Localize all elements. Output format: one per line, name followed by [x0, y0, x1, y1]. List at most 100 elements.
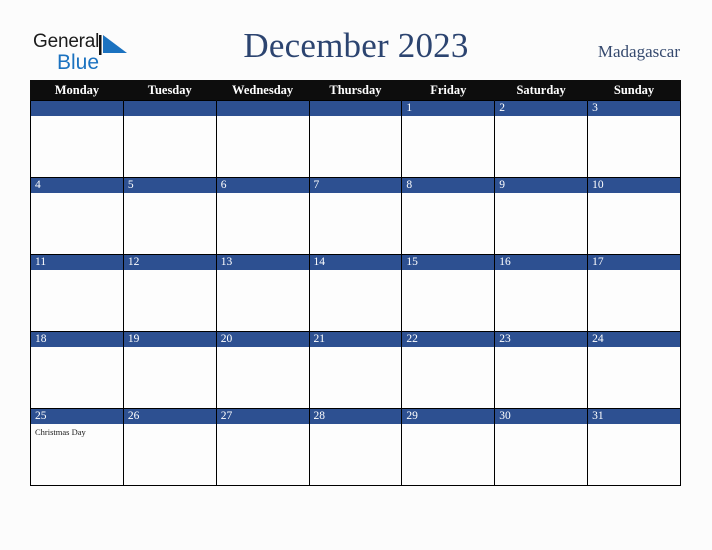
day-number: 31 [588, 409, 680, 424]
calendar-empty-cell [30, 100, 124, 178]
calendar-day-cell[interactable]: 29 [401, 408, 496, 486]
calendar-day-cell[interactable]: 22 [401, 331, 496, 409]
calendar-day-cell[interactable]: 7 [308, 177, 403, 255]
calendar-week-row: 123 [30, 100, 681, 178]
day-cell-inner: 7 [309, 178, 402, 254]
calendar-week-row: 4 5 6 7 8 9 10 [30, 177, 681, 255]
calendar-week-row: 18 19 20 21 22 23 24 [30, 331, 681, 409]
calendar-body: 1 2 3 4 5 6 7 8 9 10 11 12 13 14 15 16 17 18 19 20 21 22 23 24 2… [30, 100, 681, 486]
page-header: General Blue December 2023 Madagascar [0, 0, 712, 80]
day-number: 3 [588, 101, 680, 116]
weekday-header-monday: Monday [30, 80, 124, 101]
calendar-day-cell[interactable]: 14 [308, 254, 403, 332]
day-cell-inner: 21 [309, 332, 402, 408]
day-cell-inner: 12 [123, 255, 216, 331]
day-number: 12 [123, 255, 216, 270]
day-number: 4 [31, 178, 123, 193]
day-number: 7 [309, 178, 402, 193]
day-number: 21 [309, 332, 402, 347]
calendar-day-cell[interactable]: 4 [30, 177, 124, 255]
day-cell-inner: 25 Christmas Day [31, 409, 123, 485]
day-cell-inner: 14 [309, 255, 402, 331]
calendar-day-cell[interactable]: 23 [494, 331, 589, 409]
calendar-empty-cell [308, 100, 403, 178]
calendar-day-cell[interactable]: 26 [122, 408, 217, 486]
day-cell-inner: 11 [31, 255, 123, 331]
calendar-day-cell[interactable]: 12 [122, 254, 217, 332]
day-number: 26 [123, 409, 216, 424]
day-cell-inner: 23 [495, 332, 588, 408]
day-number: 5 [123, 178, 216, 193]
calendar-day-cell[interactable]: 24 [587, 331, 681, 409]
calendar-day-cell[interactable]: 27 [215, 408, 310, 486]
calendar-day-cell[interactable]: 6 [215, 177, 310, 255]
day-number: 25 [31, 409, 123, 424]
day-cell-inner: 15 [402, 255, 495, 331]
calendar-day-cell[interactable]: 1 [401, 100, 496, 178]
day-cell-inner: 20 [216, 332, 309, 408]
weekday-header-row: Monday Tuesday Wednesday Thursday Friday… [30, 80, 681, 101]
calendar-day-cell[interactable]: 31 [587, 408, 681, 486]
weekday-header-sunday: Sunday [587, 80, 681, 101]
day-number: 11 [31, 255, 123, 270]
calendar-day-cell[interactable]: 18 [30, 331, 124, 409]
day-number: 17 [588, 255, 680, 270]
day-number: 15 [402, 255, 495, 270]
day-number: 19 [123, 332, 216, 347]
day-number: 20 [216, 332, 309, 347]
weekday-header-wednesday: Wednesday [215, 80, 310, 101]
calendar-day-cell[interactable]: 17 [587, 254, 681, 332]
calendar-day-cell[interactable]: 20 [215, 331, 310, 409]
calendar-day-cell[interactable]: 25 Christmas Day [30, 408, 124, 486]
day-number: 10 [588, 178, 680, 193]
calendar-day-cell[interactable]: 15 [401, 254, 496, 332]
day-cell-inner [123, 101, 216, 177]
day-cell-inner: 13 [216, 255, 309, 331]
calendar-day-cell[interactable]: 16 [494, 254, 589, 332]
day-number: 14 [309, 255, 402, 270]
day-cell-inner: 31 [588, 409, 680, 485]
day-cell-inner: 16 [495, 255, 588, 331]
day-cell-inner [216, 101, 309, 177]
day-number: 8 [402, 178, 495, 193]
day-cell-inner: 6 [216, 178, 309, 254]
calendar-day-cell[interactable]: 13 [215, 254, 310, 332]
day-number: 2 [495, 101, 588, 116]
day-cell-inner: 26 [123, 409, 216, 485]
day-number: 9 [495, 178, 588, 193]
day-cell-inner: 10 [588, 178, 680, 254]
day-number: 24 [588, 332, 680, 347]
calendar-header-row: Monday Tuesday Wednesday Thursday Friday… [30, 80, 681, 101]
day-cell-inner: 2 [495, 101, 588, 177]
calendar-day-cell[interactable]: 10 [587, 177, 681, 255]
day-number: 1 [402, 101, 495, 116]
calendar-week-row: 25 Christmas Day 26 27 28 29 30 31 [30, 408, 681, 486]
calendar-day-cell[interactable]: 21 [308, 331, 403, 409]
day-cell-inner: 4 [31, 178, 123, 254]
day-cell-inner: 27 [216, 409, 309, 485]
day-cell-inner: 22 [402, 332, 495, 408]
calendar-week-row: 11 12 13 14 15 16 17 [30, 254, 681, 332]
day-number: 16 [495, 255, 588, 270]
calendar-day-cell[interactable]: 11 [30, 254, 124, 332]
country-label: Madagascar [597, 42, 680, 61]
calendar-day-cell[interactable]: 3 [587, 100, 681, 178]
calendar-day-cell[interactable]: 5 [122, 177, 217, 255]
calendar-empty-cell [122, 100, 217, 178]
weekday-header-thursday: Thursday [308, 80, 403, 101]
day-number: 29 [402, 409, 495, 424]
day-cell-inner: 1 [402, 101, 495, 177]
day-number: 28 [309, 409, 402, 424]
day-cell-inner: 29 [402, 409, 495, 485]
calendar-day-cell[interactable]: 19 [122, 331, 217, 409]
day-cell-inner [31, 101, 123, 177]
day-cell-inner: 24 [588, 332, 680, 408]
day-number: 13 [216, 255, 309, 270]
calendar-day-cell[interactable]: 2 [494, 100, 589, 178]
calendar-day-cell[interactable]: 28 [308, 408, 403, 486]
calendar-day-cell[interactable]: 9 [494, 177, 589, 255]
day-number [309, 101, 402, 116]
calendar-day-cell[interactable]: 8 [401, 177, 496, 255]
weekday-header-tuesday: Tuesday [122, 80, 217, 101]
calendar-day-cell[interactable]: 30 [494, 408, 589, 486]
